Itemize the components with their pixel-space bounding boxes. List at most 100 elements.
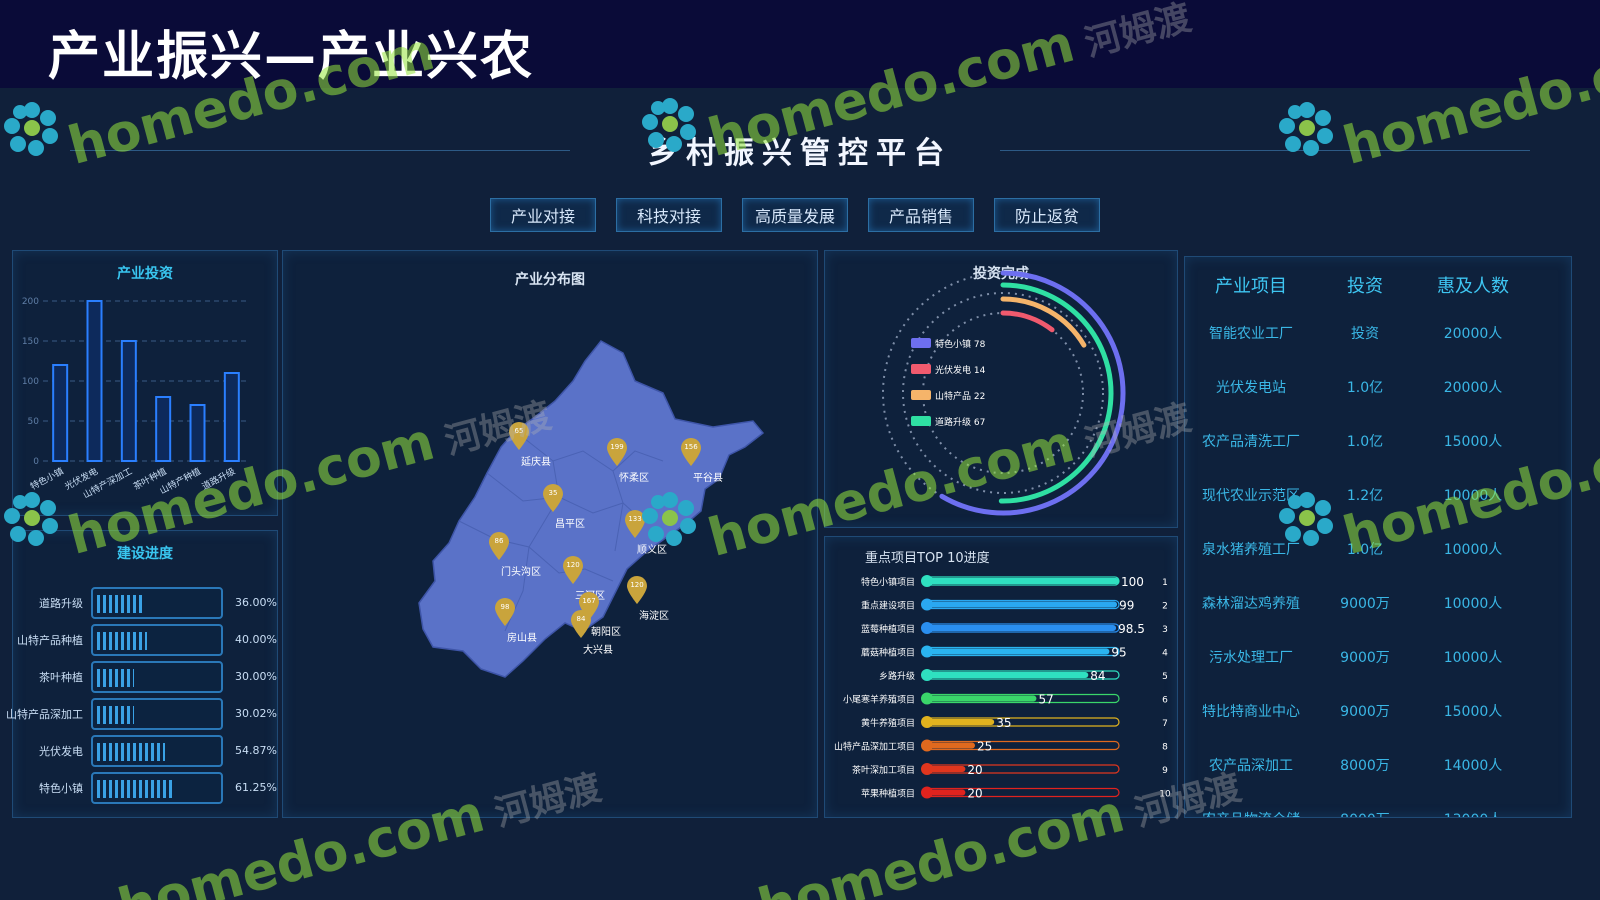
nav-tabs: 产业对接 科技对接 高质量发展 产品销售 防止返贫 [490,198,1100,232]
map-pin-icon[interactable]: 156 [679,437,703,467]
tab-tech-docking[interactable]: 科技对接 [616,198,722,232]
table-cell: 10000人 [1443,596,1503,612]
top10-category-label: 山特产品深加工项目 [834,741,915,753]
top10-category-label: 小尾寒羊养殖项目 [843,694,915,706]
progress-label: 山特产品深加工 [6,708,83,721]
top10-bar [927,601,1118,608]
top10-value-label: 57 [1038,693,1053,707]
table-row[interactable]: 农产品清洗工厂 1.0亿 15000人 [1185,415,1571,469]
table-cell: 1.0亿 [1346,380,1384,396]
table-cell: 10000人 [1443,488,1503,504]
table-row[interactable]: 光伏发电站 1.0亿 20000人 [1185,361,1571,415]
map-pin-icon[interactable]: 120 [625,575,649,605]
map-pin-icon[interactable]: 65 [507,421,531,451]
projects-table: 产业项目 投资 惠及人数 智能农业工厂 投资 20000人 光伏发电站 1.0亿 2000… [1185,267,1571,817]
bar [155,396,172,462]
map-pin-icon[interactable]: 199 [605,437,629,467]
district-map [418,340,765,678]
table-row[interactable]: 泉水猪养殖工厂 1.0亿 10000人 [1185,523,1571,577]
progress-label: 光伏发电 [39,745,83,758]
completion-panel: 投资完成 特色小镇 78 光伏发电 14 山特产品 22 道路升级 67 [824,250,1178,528]
top10-rank-label: 10 [1159,790,1171,800]
progress-fill [97,669,134,687]
legend-label: 特色小镇 78 [935,338,986,350]
map-pin-icon[interactable]: 35 [541,483,565,513]
top10-value-label: 20 [967,763,982,777]
top10-dot [921,763,933,775]
header-beneficiaries: 惠及人数 [1437,276,1509,297]
progress-panel: 建设进度 道路升级 36.00% 山特产品种植 40.00% 茶叶种植 30.00% 山特产… [6,530,278,818]
map-pin-icon[interactable]: 98 [493,597,517,627]
progress-label: 山特产品种植 [17,634,83,647]
table-row[interactable]: 森林溜达鸡养殖 9000万 10000人 [1185,577,1571,631]
top10-bar [927,625,1117,631]
top10-category-label: 黄牛养殖项目 [861,717,915,729]
table-row[interactable]: 现代农业示范区 1.2亿 10000人 [1185,469,1571,523]
tab-product-sales[interactable]: 产品销售 [868,198,974,232]
map-pin-icon[interactable]: 133 [623,509,647,539]
y-tick-label: 0 [33,457,39,467]
progress-fill [97,743,165,761]
progress-label: 茶叶种植 [39,671,83,684]
top10-bar [927,672,1089,678]
top10-bar [927,742,975,749]
bar [189,404,206,462]
progress-fill [97,595,142,613]
dashboard: 乡村振兴管控平台 产业对接 科技对接 高质量发展 产品销售 防止返贫 产业投资 … [0,88,1600,900]
map-pin-value: 65 [514,427,524,435]
top10-category-label: 乡路升级 [879,670,915,682]
top10-value-label: 84 [1090,669,1105,683]
top10-dot [921,692,933,705]
top10-category-label: 苹果种植项目 [861,788,915,800]
table-cell: 1.2亿 [1346,488,1384,504]
table-row[interactable]: 农产品深加工 8000万 14000人 [1185,739,1571,793]
y-tick-label: 150 [22,337,39,347]
tab-poverty-prevention[interactable]: 防止返贫 [994,198,1100,232]
table-cell: 15000人 [1443,704,1503,720]
legend-swatch [911,364,931,374]
progress-bar [91,587,223,619]
tab-industry-docking[interactable]: 产业对接 [490,198,596,232]
table-cell: 9000万 [1340,650,1390,666]
top10-bar [927,695,1037,702]
progress-row: 茶叶种植 30.00% [13,661,283,693]
table-cell: 投资 [1351,326,1379,342]
map-pin-icon[interactable]: 86 [487,531,511,561]
table-cell: 光伏发电站 [1216,380,1286,396]
slide-title: 产业振兴—产业兴农 [48,27,535,87]
map-panel: 产业分布图 65延庆县199怀柔区156平谷县35昌平区133顺义区120三河区… [282,250,818,818]
table-row[interactable]: 智能农业工厂 投资 20000人 [1185,307,1571,361]
top10-value-label: 35 [996,716,1011,730]
table-cell: 现代农业示范区 [1202,488,1300,504]
map-district-label: 房山县 [507,633,537,644]
table-cell: 特比特商业中心 [1202,704,1300,720]
map-pin-icon[interactable]: 84 [569,609,593,639]
top10-value-label: 20 [967,787,982,801]
table-row[interactable]: 农产品物流仓储8000万13000人 [1185,793,1571,817]
table-cell: 农产品物流仓储 [1185,793,1317,817]
map-pin-icon[interactable]: 120 [561,555,585,585]
table-cell: 9000万 [1340,596,1390,612]
table-cell: 14000人 [1443,758,1503,774]
map-district-label: 昌平区 [555,519,585,530]
progress-panel-title: 建设进度 [117,546,173,562]
top10-dot [921,575,933,587]
progress-value: 30.02% [235,707,277,720]
y-tick-label: 50 [28,417,40,427]
legend-swatch [911,390,931,400]
progress-bar [91,735,223,767]
table-cell: 10000人 [1443,650,1503,666]
map-district-label: 怀柔区 [619,473,649,484]
map-pin-value: 35 [548,489,558,497]
top10-category-label: 重点建设项目 [861,600,915,612]
projects-panel: 产业项目 投资 惠及人数 智能农业工厂 投资 20000人 光伏发电站 1.0亿 2000… [1184,256,1572,818]
slide-header: 产业振兴—产业兴农 [0,0,1600,88]
tab-quality-development[interactable]: 高质量发展 [742,198,848,232]
x-tick-label: 特色小镇 [28,465,65,493]
progress-bar [91,772,223,804]
legend-swatch [911,338,931,348]
projects-table-header: 产业项目 投资 惠及人数 [1185,267,1571,307]
table-row[interactable]: 特比特商业中心 9000万 15000人 [1185,685,1571,739]
top10-bar-chart: 特色小镇项目 100 1重点建设项目 99 2蓝莓种植项目 98.5 3蘑菇种植项目 95 4乡… [834,575,1171,801]
table-row[interactable]: 污水处理工厂 9000万 10000人 [1185,631,1571,685]
